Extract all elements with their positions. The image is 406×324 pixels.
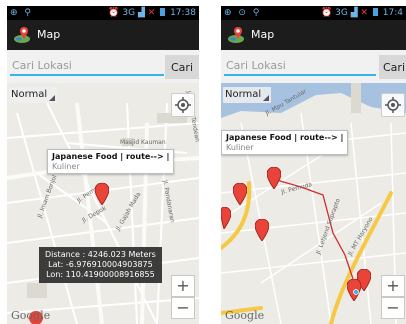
- action-bar: Map: [7, 20, 199, 50]
- search-button[interactable]: Cari: [165, 55, 199, 79]
- signal-icon: ▟: [137, 8, 145, 18]
- network-type: 3G: [122, 8, 136, 18]
- search-bar: Cari: [7, 50, 199, 83]
- distance-text: Distance : 4246.023 Meters: [45, 250, 156, 259]
- my-location-dot-icon: [353, 289, 359, 295]
- info-window-title: Japanese Food | route--> |: [52, 152, 170, 161]
- map-mode-value: Normal: [11, 89, 48, 100]
- map-pin-app-icon: [228, 27, 244, 43]
- alarm-icon: ⏰: [321, 8, 333, 18]
- map-mode-dropdown[interactable]: Normal: [9, 87, 57, 103]
- zoom-out-button[interactable]: −: [171, 297, 195, 319]
- map-pin-app-icon: [14, 27, 30, 43]
- network-type: 3G: [335, 8, 348, 18]
- location-marker-icon[interactable]: [267, 167, 281, 189]
- google-logo: Google: [225, 309, 265, 322]
- status-time: 17:4: [382, 8, 403, 18]
- status-icons: ⊕ ⊙ ⚲: [224, 8, 262, 18]
- map-mode-value: Normal: [225, 89, 262, 100]
- longitude-text: Lon: 110.41900008916855: [46, 270, 155, 279]
- distance-info-box: Distance : 4246.023 Meters Lat: -6.97691…: [39, 247, 162, 283]
- dropdown-caret-icon: [263, 95, 269, 101]
- app-title: Map: [251, 28, 275, 41]
- google-logo: Google: [11, 309, 51, 322]
- place-label: Masjid Kauman: [120, 139, 166, 146]
- search-button[interactable]: Cari: [379, 55, 406, 79]
- info-window-title: Japanese Food | route--> |: [226, 133, 344, 142]
- location-marker-icon[interactable]: [233, 183, 247, 205]
- status-bar: ⊕ ⊙ ⚲ ⏰ 3G ▟ ✕ 17:4: [221, 6, 406, 20]
- battery-icon: [372, 8, 378, 16]
- action-bar: Map: [221, 20, 406, 50]
- no-sim-icon: ✕: [147, 8, 156, 18]
- map-view[interactable]: Jl. Imam Bonjol Jl. Pemuda Jl. Gajah Mad…: [7, 83, 199, 324]
- zoom-out-button[interactable]: −: [381, 297, 405, 319]
- dropdown-caret-icon: [49, 95, 55, 101]
- search-input[interactable]: [10, 56, 164, 76]
- latitude-text: Lat: -6.976910004903875: [48, 260, 153, 269]
- info-window-category: Kuliner: [52, 162, 80, 171]
- marker-info-window[interactable]: Japanese Food | route--> | Kuliner: [221, 130, 349, 155]
- location-marker-icon[interactable]: [221, 207, 231, 229]
- no-sim-icon: ✕: [360, 8, 369, 18]
- zoom-in-button[interactable]: +: [171, 275, 195, 297]
- map-mode-dropdown[interactable]: Normal: [223, 87, 271, 103]
- crosshair-icon: [385, 97, 401, 113]
- info-window-category: Kuliner: [226, 143, 254, 152]
- search-input[interactable]: [224, 56, 376, 76]
- app-title: Map: [37, 28, 61, 41]
- zoom-in-button[interactable]: +: [381, 275, 405, 297]
- location-marker-icon[interactable]: [95, 183, 109, 205]
- battery-icon: [160, 8, 166, 16]
- search-bar: Cari: [221, 50, 406, 83]
- status-time: 17:38: [170, 8, 196, 18]
- my-location-button[interactable]: [171, 93, 195, 117]
- phone-screen-left: ⊕ ⚲ ⏰ 3G ▟ ✕ 17:38 Map Cari Lokasi Cari …: [7, 6, 199, 324]
- location-marker-icon[interactable]: [255, 219, 269, 241]
- marker-info-window[interactable]: Japanese Food | route--> | Kuliner: [47, 149, 175, 174]
- signal-icon: ▟: [350, 8, 358, 18]
- status-icons: ⊕ ⚲: [10, 8, 33, 18]
- alarm-icon: ⏰: [108, 8, 120, 18]
- map-view[interactable]: Jl. Mpu Tantular Jl. Pemuda Jl. Letjend …: [221, 83, 406, 324]
- status-bar: ⊕ ⚲ ⏰ 3G ▟ ✕ 17:38: [7, 6, 199, 20]
- my-location-button[interactable]: [381, 93, 405, 117]
- map-tiles: [221, 83, 406, 324]
- crosshair-icon: [175, 97, 191, 113]
- phone-screen-right: ⊕ ⊙ ⚲ ⏰ 3G ▟ ✕ 17:4 Map Cari Lokasi Cari…: [221, 6, 406, 324]
